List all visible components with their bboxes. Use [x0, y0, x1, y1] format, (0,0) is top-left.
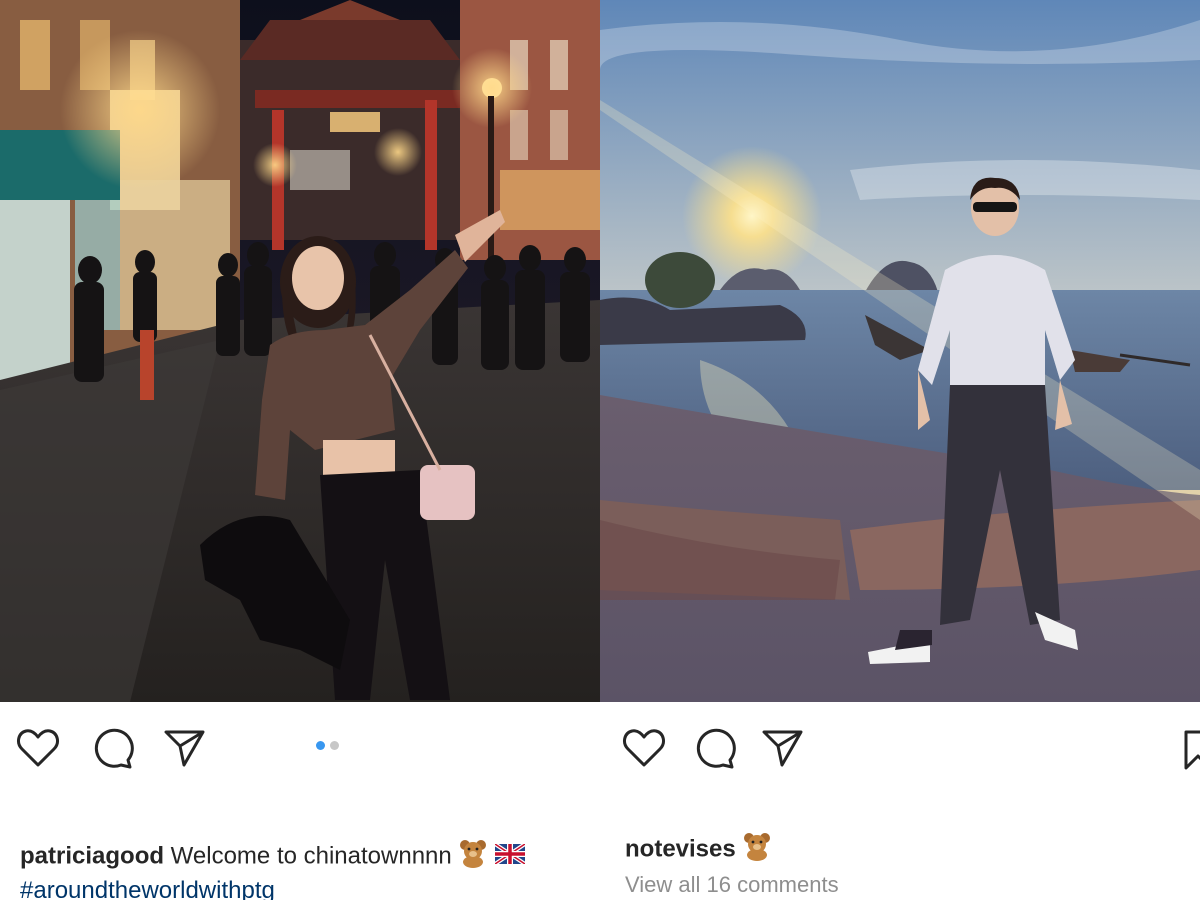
comment-button[interactable]	[690, 724, 738, 772]
post-photo-street-night[interactable]	[0, 0, 600, 702]
teddy-bear-icon	[742, 831, 772, 869]
uk-flag-icon	[493, 842, 527, 872]
carousel-dot	[330, 741, 339, 750]
post-right: notevises View all 16 comments	[600, 0, 1200, 900]
username-link[interactable]: patriciagood	[20, 842, 164, 869]
beach-sunset-image	[600, 0, 1200, 702]
carousel-dot-active	[316, 741, 325, 750]
like-button[interactable]	[620, 724, 668, 772]
post-caption: patriciagood Welcome to chinatownnnn #ar…	[20, 838, 590, 900]
bookmark-icon	[1184, 730, 1200, 770]
post-actions	[600, 702, 1200, 792]
comment-icon	[696, 728, 736, 769]
carousel-indicator	[316, 741, 339, 750]
heart-icon	[17, 729, 59, 767]
save-button[interactable]	[1176, 724, 1200, 772]
like-button[interactable]	[14, 724, 62, 772]
send-icon	[164, 730, 205, 767]
send-icon	[762, 730, 803, 767]
view-comments-link[interactable]: View all 16 comments	[625, 872, 839, 898]
post-left: patriciagood Welcome to chinatownnnn #ar…	[0, 0, 600, 900]
heart-icon	[623, 729, 665, 767]
post-photo-beach-sunset[interactable]	[600, 0, 1200, 702]
hashtag-link[interactable]: #aroundtheworldwithptg	[20, 877, 275, 900]
post-actions	[0, 702, 600, 792]
post-caption: notevises	[625, 831, 772, 869]
share-button[interactable]	[160, 724, 208, 772]
username-link[interactable]: notevises	[625, 835, 736, 862]
comment-button[interactable]	[88, 724, 136, 772]
teddy-bear-icon	[458, 838, 488, 876]
caption-text: Welcome to chinatownnnn	[164, 842, 459, 870]
street-night-image	[0, 0, 600, 702]
comment-icon	[94, 728, 134, 769]
share-button[interactable]	[758, 724, 806, 772]
